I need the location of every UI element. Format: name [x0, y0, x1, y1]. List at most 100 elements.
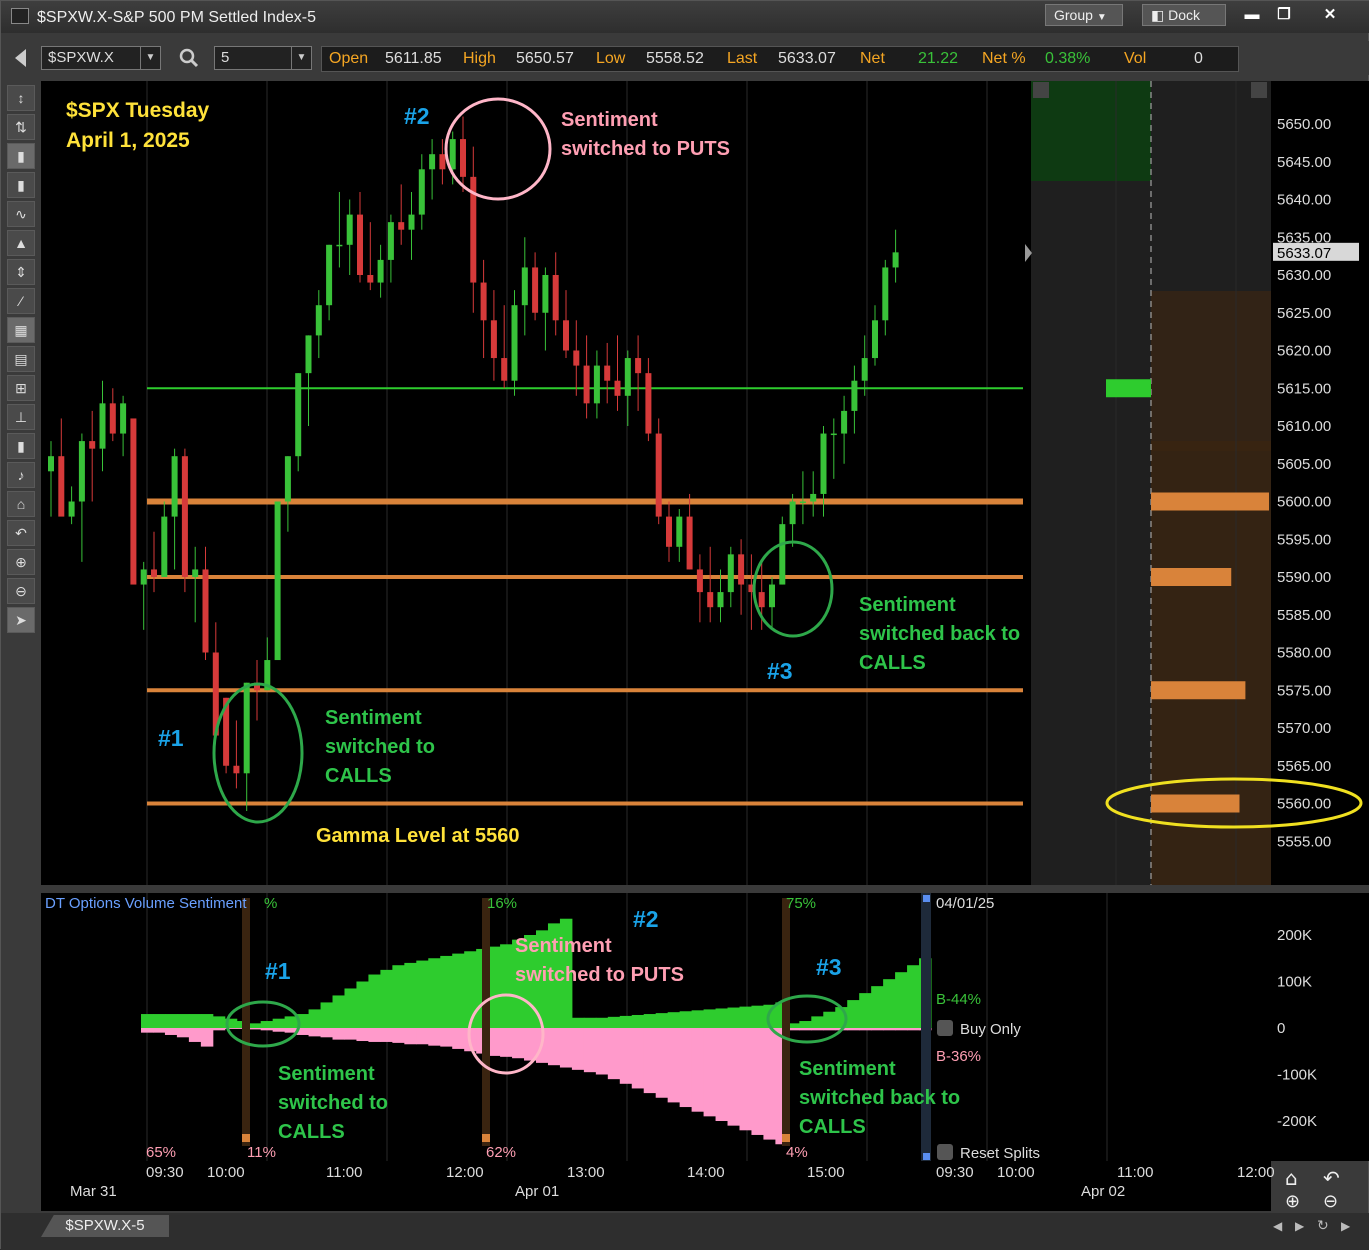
- time-tick-label: 11:00: [326, 1164, 362, 1181]
- candle-body: [707, 592, 714, 608]
- buy-volume-bar: [176, 1014, 190, 1028]
- chart-canvas[interactable]: 5650.005645.005640.005635.005630.005625.…: [1, 1, 1369, 1213]
- time-tick-label: 14:00: [687, 1164, 725, 1181]
- sell-volume-bar: [308, 1028, 322, 1037]
- split-handle[interactable]: [782, 1134, 790, 1142]
- menu-icon[interactable]: [1251, 82, 1267, 98]
- session-handle[interactable]: [923, 895, 930, 902]
- gear-icon[interactable]: [937, 1020, 953, 1036]
- reset-icon[interactable]: [937, 1144, 953, 1160]
- split-marker[interactable]: [482, 898, 490, 1146]
- scroll-left-icon[interactable]: ◀: [1273, 1219, 1282, 1233]
- gamma-bar: [1151, 568, 1232, 586]
- sell-volume-bar: [679, 1028, 693, 1108]
- sell-volume-bar: [823, 1028, 836, 1031]
- scroll-right-icon[interactable]: ▶: [1295, 1219, 1304, 1233]
- buy-volume-bar: [164, 1014, 178, 1028]
- candle-body: [655, 433, 662, 517]
- buy-volume-bar: [141, 1014, 154, 1028]
- price-tick-label: 5560.00: [1277, 796, 1331, 813]
- annotation-marker-2: #2: [404, 103, 430, 129]
- session-handle[interactable]: [923, 1153, 930, 1160]
- buy-volume-bar: [356, 981, 369, 1028]
- sell-volume-bar: [871, 1028, 884, 1031]
- undo-icon[interactable]: ↶: [1323, 1166, 1340, 1190]
- candle-body: [78, 441, 85, 502]
- candle-body: [573, 350, 580, 366]
- scroll-end-icon[interactable]: ▶: [1341, 1219, 1350, 1233]
- candle-body: [171, 456, 178, 517]
- buy-volume-bar: [715, 1008, 729, 1028]
- sell-volume-bar: [619, 1028, 633, 1084]
- pct-top-label: 75%: [786, 895, 816, 912]
- buy-volume-bar: [631, 1014, 645, 1028]
- candle-body: [583, 365, 590, 404]
- buy-volume-bar: [691, 1010, 705, 1028]
- candle-body: [315, 305, 322, 336]
- date-tick-label: Apr 01: [515, 1183, 559, 1200]
- sell-volume-bar: [416, 1028, 429, 1045]
- sell-volume-bar: [703, 1028, 717, 1117]
- time-tick-label: 12:00: [446, 1164, 484, 1181]
- sell-volume-bar: [141, 1028, 154, 1033]
- annotation-puts-text: switched to PUTS: [515, 964, 684, 986]
- sell-volume-bar: [248, 1028, 262, 1030]
- sell-volume-bar: [583, 1028, 597, 1073]
- candle-body: [635, 358, 642, 374]
- sell-volume-bar: [212, 1028, 226, 1031]
- buy-volume-bar: [248, 1023, 262, 1028]
- sell-volume-bar: [524, 1028, 537, 1061]
- split-handle[interactable]: [242, 1134, 250, 1142]
- buy-volume-bar: [500, 944, 513, 1028]
- candle-body: [480, 282, 487, 321]
- buy-volume-bar: [416, 960, 429, 1028]
- buy-volume-bar: [464, 951, 477, 1028]
- price-tick-label: 5615.00: [1277, 380, 1331, 397]
- candle-body: [274, 501, 281, 661]
- buy-volume-bar: [404, 962, 417, 1028]
- candle-body: [769, 584, 775, 608]
- home-icon[interactable]: ⌂: [1285, 1166, 1298, 1190]
- chart-title-line1: $SPX Tuesday: [66, 99, 209, 122]
- price-tick-label: 5625.00: [1277, 305, 1331, 322]
- sell-volume-bar: [272, 1028, 286, 1032]
- sentiment-tick-label: 100K: [1277, 974, 1312, 991]
- sell-volume-bar: [380, 1028, 393, 1042]
- annotation-calls-back-text: CALLS: [799, 1116, 866, 1138]
- sell-volume-bar: [631, 1028, 645, 1089]
- candle-body: [552, 275, 559, 321]
- panel-splitter[interactable]: [1, 885, 1369, 893]
- annotation-calls-text: CALLS: [278, 1121, 345, 1143]
- buy-volume-bar: [332, 995, 345, 1028]
- buy-only-label[interactable]: Buy Only: [960, 1021, 1021, 1038]
- time-tick-label: 15:00: [807, 1164, 845, 1181]
- reset-splits-label[interactable]: Reset Splits: [960, 1145, 1040, 1162]
- buy-volume-bar: [308, 1009, 322, 1028]
- split-marker[interactable]: [242, 898, 250, 1146]
- sell-volume-bar: [799, 1028, 812, 1031]
- zoom-out-icon[interactable]: ⊖: [1323, 1191, 1338, 1212]
- annotation-marker-1: #1: [265, 958, 291, 984]
- buy-volume-bar: [188, 1014, 202, 1028]
- pct-bottom-label: 65%: [146, 1144, 176, 1161]
- sentiment-tick-label: -100K: [1277, 1067, 1317, 1084]
- candle-body: [377, 259, 384, 283]
- buy-volume-bar: [643, 1014, 657, 1028]
- buy-volume-bar: [428, 958, 441, 1028]
- candle-body: [532, 267, 539, 313]
- buy-volume-bar: [452, 953, 465, 1028]
- gear-icon[interactable]: [1033, 82, 1049, 98]
- pct-top-label: 16%: [487, 895, 517, 912]
- candle-body: [851, 380, 858, 411]
- split-marker[interactable]: [782, 898, 790, 1146]
- candle-body: [727, 554, 734, 593]
- candle-body: [872, 320, 878, 359]
- pct-bottom-label: 4%: [786, 1144, 808, 1161]
- split-handle[interactable]: [482, 1134, 490, 1142]
- annotation-puts-text: Sentiment: [515, 935, 612, 957]
- chart-tab[interactable]: $SPXW.X-5: [41, 1215, 169, 1237]
- buy-volume-bar: [619, 1015, 633, 1028]
- candle-body: [882, 267, 889, 321]
- refresh-icon[interactable]: ↻: [1317, 1217, 1329, 1234]
- zoom-in-icon[interactable]: ⊕: [1285, 1191, 1300, 1212]
